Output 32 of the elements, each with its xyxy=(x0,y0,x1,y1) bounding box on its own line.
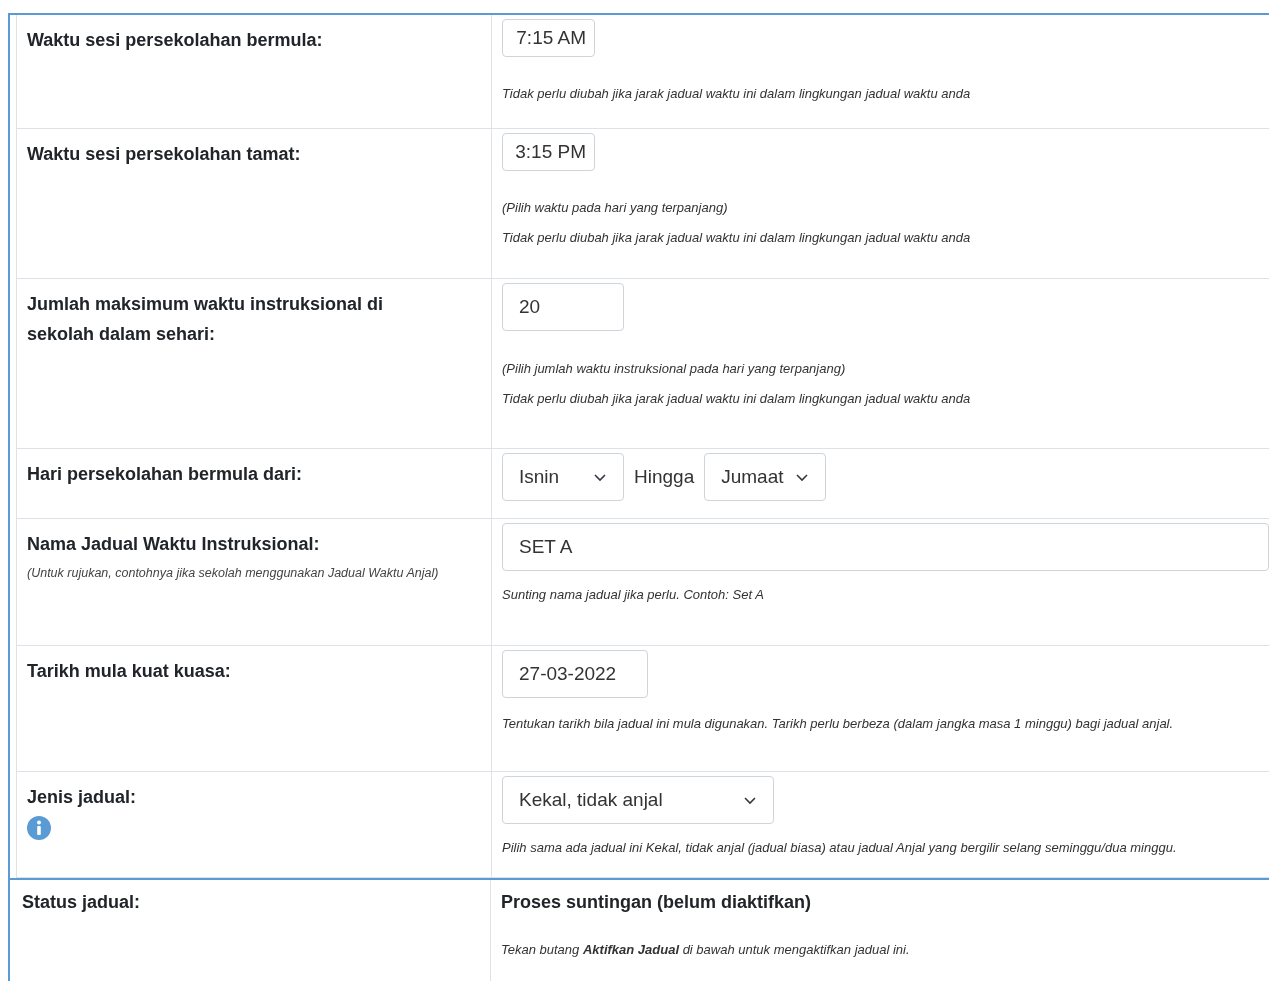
help-text: Tidak perlu diubah jika jarak jadual waktu ini dalam lingkungan jadual waktu anda xyxy=(502,390,972,408)
field-label: Waktu sesi persekolahan bermula: xyxy=(27,29,324,52)
time-input[interactable]: 7:15 AM xyxy=(502,19,595,57)
field-label: Jumlah maksimum waktu instruksional di sekolah dalam sehari: xyxy=(27,293,385,346)
dropdown-select[interactable]: Isnin xyxy=(502,453,624,501)
field-label: Nama Jadual Waktu Instruksional: xyxy=(27,533,321,556)
help-text: (Pilih jumlah waktu instruksional pada hari yang terpanjang) xyxy=(502,360,847,378)
field-note: (Untuk rujukan, contohnya jika sekolah menggunakan Jadual Waktu Anjal) xyxy=(27,565,440,582)
field-label: Jenis jadual: xyxy=(27,786,138,809)
field-label: Waktu sesi persekolahan tamat: xyxy=(27,143,302,166)
number-input[interactable]: 20 xyxy=(502,283,624,331)
help-text: (Pilih waktu pada hari yang terpanjang) xyxy=(502,199,729,217)
chevron-down-icon xyxy=(593,472,607,482)
help-text: Sunting nama jadual jika perlu. Contoh: Set A xyxy=(502,586,765,604)
dropdown-select[interactable]: Kekal, tidak anjal xyxy=(502,776,774,824)
time-input[interactable]: 3:15 PM xyxy=(502,133,595,171)
help-text: Pilih sama ada jadual ini Kekal, tidak anjal (jadual biasa) atau jadual Anjal yang bergilir selang seminggu/dua minggu. xyxy=(502,839,1178,857)
field-label: Tarikh mula kuat kuasa: xyxy=(27,660,232,683)
info-icon[interactable] xyxy=(27,816,51,840)
help-text: Tidak perlu diubah jika jarak jadual waktu ini dalam lingkungan jadual waktu anda xyxy=(502,85,972,103)
dropdown-select[interactable]: Jumaat xyxy=(704,453,827,501)
separator-label: Hingga xyxy=(634,464,695,489)
field-label: Status jadual: xyxy=(22,891,142,914)
chevron-down-icon xyxy=(743,795,757,805)
help-text: Tekan butang Aktifkan Jadual di bawah untuk mengaktifkan jadual ini. xyxy=(501,941,911,959)
date-input[interactable]: 27-03-2022 xyxy=(502,650,648,698)
text-input[interactable]: SET A xyxy=(502,523,1269,571)
field-label: Hari persekolahan bermula dari: xyxy=(27,463,304,486)
chevron-down-icon xyxy=(795,472,810,482)
status-value: Proses suntingan (belum diaktifkan) xyxy=(501,891,813,914)
help-text: Tentukan tarikh bila jadual ini mula digunakan. Tarikh perlu berbeza (dalam jangka masa 1 minggu) bagi jadual anjal. xyxy=(502,715,1175,733)
help-text: Tidak perlu diubah jika jarak jadual waktu ini dalam lingkungan jadual waktu anda xyxy=(502,229,972,247)
